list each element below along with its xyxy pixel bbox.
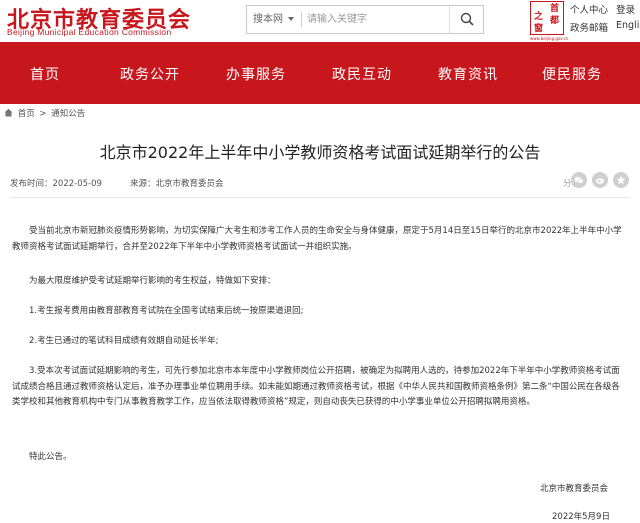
article-paragraph: 2.考生已通过的笔试科目成绩有效期自动延长半年; — [29, 336, 219, 346]
breadcrumb-home[interactable]: 首页 — [18, 109, 35, 119]
qzone-share-icon[interactable] — [613, 172, 629, 188]
nav-item-home[interactable]: 首页 — [30, 64, 60, 84]
site-header: 北京市教育委员会 Beijing Municipal Education Com… — [0, 0, 640, 42]
search-divider — [301, 12, 302, 27]
nav-item-services[interactable]: 办事服务 — [226, 64, 286, 84]
search-scope-select[interactable]: 搜本网 — [247, 6, 301, 33]
search-input[interactable] — [307, 8, 447, 31]
publish-time: 发布时间：2022-05-09 — [10, 179, 102, 189]
article-title: 北京市2022年上半年中小学教师资格考试面试延期举行的公告 — [99, 143, 541, 162]
search-scope-label: 搜本网 — [253, 14, 283, 25]
seal-char: 之 — [534, 12, 544, 22]
seal-char: 窗 — [534, 24, 544, 34]
article-source: 来源：北京市教育委员会 — [130, 179, 224, 189]
capital-window-seal[interactable]: 首 都 之 窗 — [530, 1, 564, 35]
breadcrumb-separator: > — [39, 109, 47, 119]
personal-center-link[interactable]: 个人中心 — [570, 2, 608, 16]
login-link[interactable]: 登录 — [616, 2, 635, 16]
nav-item-gov-affairs[interactable]: 政务公开 — [120, 64, 180, 84]
gov-mailbox-link[interactable]: 政务邮箱 — [570, 20, 608, 34]
article-paragraph: 受当前北京市新冠肺炎疫情形势影响，为切实保障广大考生和涉考工作人员的生命安全与身… — [12, 226, 622, 252]
article-paragraph: 1.考生报考费用由教育部教育考试院在全国考试结束后统一按原渠道退回; — [29, 306, 304, 316]
home-icon — [4, 108, 13, 117]
seal-char: 首 — [550, 4, 560, 14]
title-divider — [10, 197, 630, 198]
article-paragraph: 为最大限度维护受考试延期举行影响的考生权益，特做如下安排： — [29, 276, 276, 286]
caret-down-icon — [288, 17, 294, 21]
weibo-share-icon[interactable] — [592, 172, 608, 188]
seal-char: 都 — [550, 16, 560, 26]
breadcrumb-notices[interactable]: 通知公告 — [51, 109, 85, 119]
seal-subtitle: www.beijing.gov.cn — [530, 36, 569, 41]
article-signature: 北京市教育委员会 — [540, 484, 609, 494]
nav-item-edu-news[interactable]: 教育资讯 — [438, 64, 498, 84]
english-link[interactable]: English — [616, 20, 640, 31]
article-paragraph: 特此公告。 — [29, 452, 72, 462]
search-box: 搜本网 — [246, 5, 484, 34]
main-nav: 首页 政务公开 办事服务 政民互动 教育资讯 便民服务 — [0, 42, 640, 104]
nav-item-interaction[interactable]: 政民互动 — [332, 64, 392, 84]
wechat-share-icon[interactable] — [571, 172, 587, 188]
article-date: 2022年5月9日 — [552, 512, 610, 522]
breadcrumb: 首页 > 通知公告 — [4, 107, 87, 119]
search-icon — [460, 12, 474, 26]
site-logo-subtitle: Beijing Municipal Education Commission — [7, 27, 172, 37]
search-button[interactable] — [449, 6, 483, 33]
article-paragraph: 3.受本次考试面试延期影响的考生，可先行参加北京市本年度中小学教师岗位公开招聘，… — [12, 366, 620, 408]
nav-item-public-services[interactable]: 便民服务 — [542, 64, 602, 84]
